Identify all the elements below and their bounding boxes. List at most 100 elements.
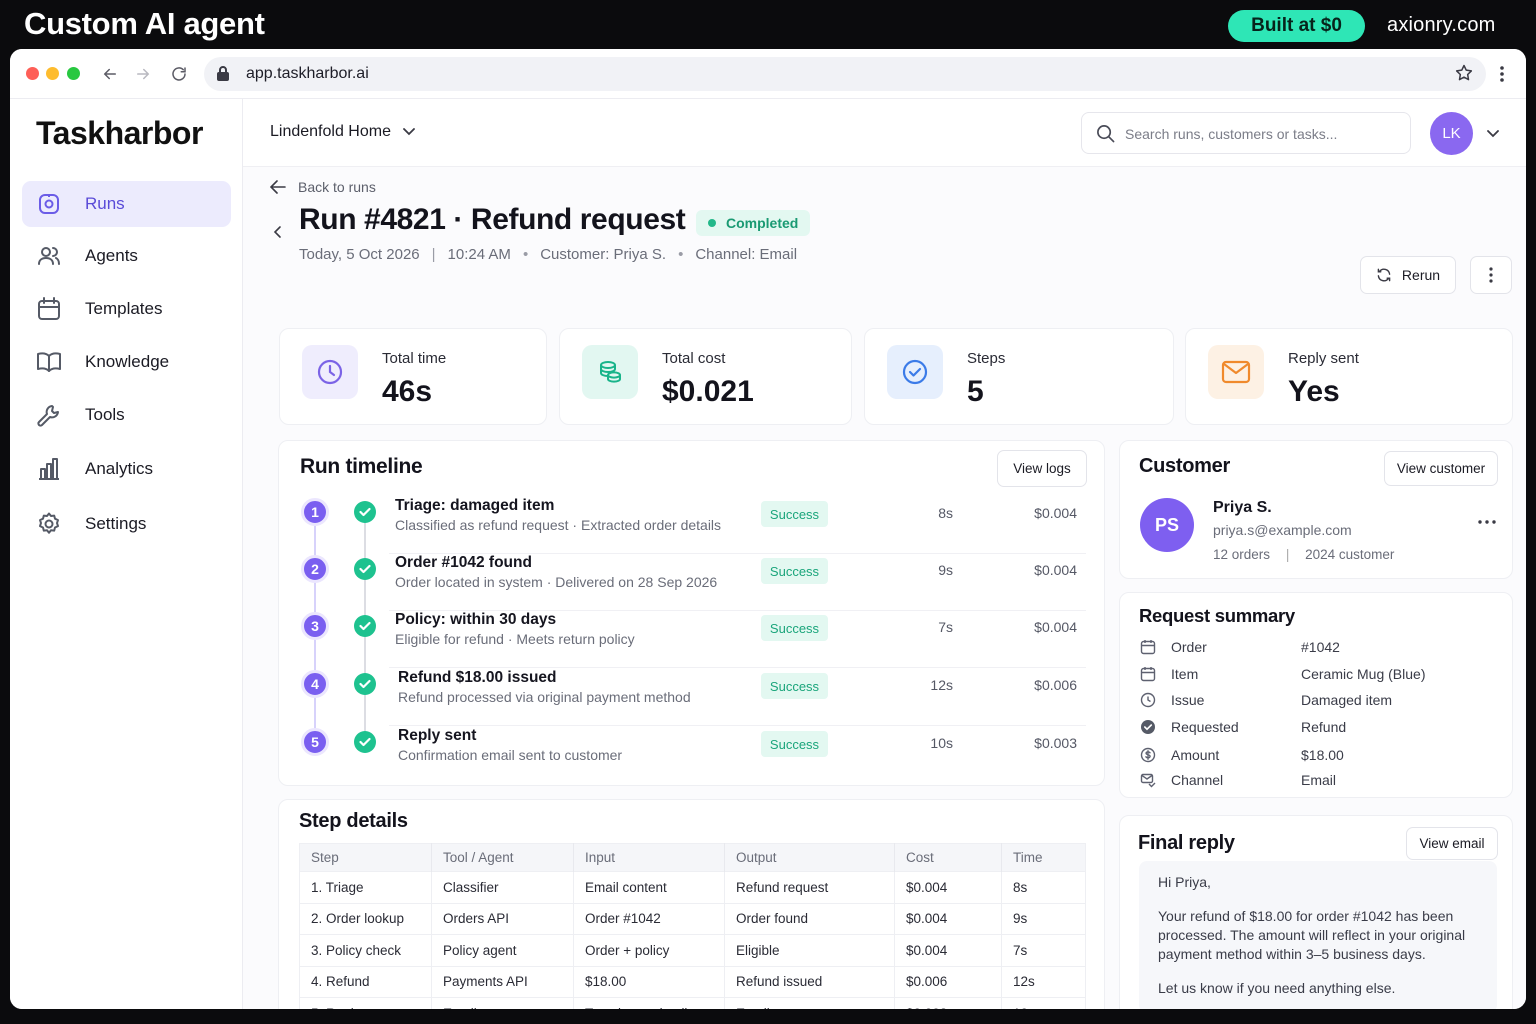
run-customer: Customer: Priya S.	[540, 246, 667, 263]
sidebar-item-label: Agents	[85, 246, 138, 265]
sidebar-item-tools[interactable]: Tools	[22, 392, 231, 438]
step-detail: Confirmation email sent to customer	[398, 747, 623, 763]
address-bar[interactable]: app.taskharbor.ai	[204, 57, 1486, 91]
stat-value: Yes	[1288, 375, 1340, 408]
table-cell: 1. Triage	[299, 871, 432, 903]
step-detail: Order located in system · Delivered on 2…	[395, 574, 718, 590]
sidebar-item-runs[interactable]: Runs	[22, 181, 231, 227]
status-badge: Completed	[696, 210, 811, 236]
timeline-step[interactable]: 5 Reply sent Confirmation email sent to …	[279, 727, 1104, 784]
step-cost: $0.004	[1034, 562, 1077, 578]
step-number: 1	[301, 498, 329, 526]
browser-menu-icon[interactable]	[1490, 62, 1514, 86]
view-customer-button[interactable]: View customer	[1384, 451, 1498, 486]
sidebar-item-label: Settings	[85, 514, 147, 533]
sidebar-item-label: Templates	[85, 299, 163, 318]
table-cell: Eligible	[724, 934, 895, 966]
app-logo[interactable]: Taskharbor	[36, 115, 203, 152]
stat-label: Total cost	[662, 350, 726, 367]
search-input[interactable]: Search runs, customers or tasks...	[1081, 112, 1411, 154]
gear-icon	[36, 511, 62, 537]
table-cell: 2. Order lookup	[299, 902, 432, 935]
run-timeline-panel: Run timeline View logs 1 Triage: damaged…	[278, 440, 1105, 786]
step-title: Triage: damaged item	[395, 497, 555, 514]
channel-icon	[1140, 772, 1156, 788]
step-title: Refund $18.00 issued	[398, 669, 557, 686]
table-row[interactable]: 5. Reply Email agent Template + details …	[299, 997, 1086, 1009]
sidebar-item-agents[interactable]: Agents	[22, 233, 231, 279]
runs-icon	[36, 191, 62, 217]
timeline-step[interactable]: 4 Refund $18.00 issued Refund processed …	[279, 669, 1104, 726]
user-avatar[interactable]: LK	[1430, 112, 1473, 155]
chevron-left-icon[interactable]	[270, 224, 286, 240]
sidebar-item-templates[interactable]: Templates	[22, 286, 231, 332]
stat-card-total-cost: Total cost $0.021	[559, 328, 852, 425]
more-options-button[interactable]	[1470, 256, 1512, 294]
table-row[interactable]: 3. Policy check Policy agent Order + pol…	[299, 934, 1086, 966]
table-cell: $18.00	[573, 965, 725, 998]
row-divider	[389, 725, 1086, 726]
summary-key: Item	[1171, 666, 1199, 682]
workspace-switcher[interactable]: Lindenfold Home	[270, 123, 415, 141]
check-circle-icon	[887, 345, 943, 399]
timeline-step[interactable]: 2 Order #1042 found Order located in sys…	[279, 554, 1104, 611]
step-status-badge: Success	[761, 673, 828, 699]
customer-panel: Customer View customer PS Priya S. priya…	[1119, 440, 1513, 579]
stat-label: Total time	[382, 350, 447, 367]
maximize-window-button[interactable]	[67, 67, 80, 80]
table-cell: $0.006	[894, 965, 1002, 998]
table-cell: Refund issued	[724, 965, 895, 998]
meta-separator: |	[1285, 547, 1290, 562]
bookmark-star-icon[interactable]	[1454, 63, 1474, 88]
summary-key: Requested	[1171, 719, 1239, 735]
sidebar-item-analytics[interactable]: Analytics	[22, 446, 231, 492]
column-header: Tool / Agent	[431, 843, 574, 872]
back-arrow-icon[interactable]	[98, 62, 122, 86]
run-time: 10:24 AM	[447, 246, 511, 263]
stat-card-reply-sent: Reply sent Yes	[1185, 328, 1513, 425]
wrench-icon	[36, 402, 62, 428]
timeline-step[interactable]: 1 Triage: damaged item Classified as ref…	[279, 497, 1104, 554]
step-time: 9s	[938, 562, 953, 578]
badge-check-icon	[1140, 719, 1156, 735]
table-cell: $0.003	[894, 997, 1002, 1009]
reload-icon[interactable]	[167, 62, 191, 86]
table-cell: Refund request	[724, 871, 895, 903]
sidebar: Taskharbor Runs Agents Templates Knowled…	[10, 99, 243, 1009]
table-cell: 10s	[1001, 997, 1086, 1009]
more-horizontal-icon[interactable]	[1478, 507, 1496, 530]
book-icon	[36, 349, 62, 375]
customer-orders: 12 orders	[1213, 547, 1271, 562]
run-date: Today, 5 Oct 2026	[299, 246, 420, 263]
sidebar-item-knowledge[interactable]: Knowledge	[22, 339, 231, 385]
table-cell: 12s	[1001, 965, 1086, 998]
step-title: Order #1042 found	[395, 554, 532, 571]
table-row[interactable]: 4. Refund Payments API $18.00 Refund iss…	[299, 965, 1086, 998]
clock-icon	[1140, 692, 1156, 708]
view-email-button[interactable]: View email	[1406, 827, 1498, 860]
view-logs-button[interactable]: View logs	[997, 450, 1087, 487]
search-icon	[1096, 124, 1115, 148]
forward-arrow-icon[interactable]	[131, 62, 155, 86]
table-row[interactable]: 2. Order lookup Orders API Order #1042 O…	[299, 902, 1086, 935]
meta-separator: |	[431, 246, 436, 263]
table-cell: Email agent	[431, 997, 574, 1009]
chevron-down-icon[interactable]	[1487, 125, 1499, 143]
timeline-step[interactable]: 3 Policy: within 30 days Eligible for re…	[279, 611, 1104, 668]
column-header: Output	[724, 843, 895, 872]
stat-label: Steps	[967, 350, 1006, 367]
back-to-runs-link[interactable]: Back to runs	[270, 179, 376, 195]
browser-window: app.taskharbor.ai Taskharbor Runs Agents	[10, 49, 1526, 1009]
close-window-button[interactable]	[26, 67, 39, 80]
sidebar-item-settings[interactable]: Settings	[22, 501, 231, 547]
step-time: 12s	[930, 677, 953, 693]
summary-value: Email	[1301, 772, 1337, 788]
run-meta: Today, 5 Oct 2026 | 10:24 AM • Customer:…	[299, 246, 797, 263]
run-channel: Channel: Email	[695, 246, 798, 263]
minimize-window-button[interactable]	[46, 67, 59, 80]
table-cell: $0.004	[894, 871, 1002, 903]
step-status-badge: Success	[761, 558, 828, 584]
rerun-button[interactable]: Rerun	[1360, 256, 1456, 294]
panel-title: Run timeline	[300, 455, 423, 478]
table-row[interactable]: 1. Triage Classifier Email content Refun…	[299, 871, 1086, 903]
